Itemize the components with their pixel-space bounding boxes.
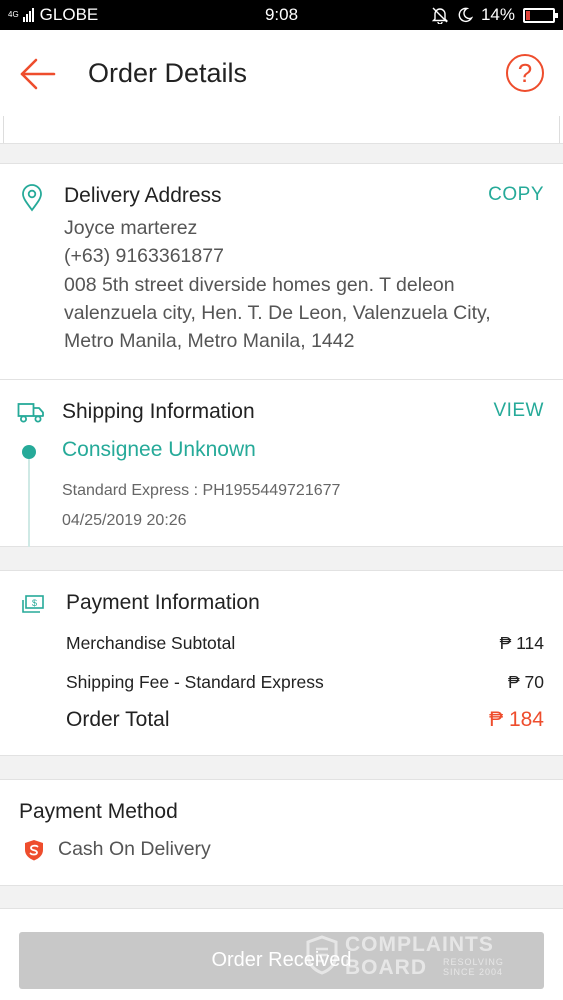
address-line-2: valenzuela city, Hen. T. De Leon, Valenz… [64, 301, 491, 324]
view-button[interactable]: VIEW [493, 400, 544, 422]
shipping-status: Consignee Unknown [62, 438, 256, 461]
delivery-address-title: Delivery Address [64, 184, 222, 207]
shipping-timestamp: 04/25/2019 20:26 [62, 512, 187, 529]
battery-fill [526, 10, 530, 20]
page-title: Order Details [88, 58, 248, 88]
moon-icon [458, 7, 473, 23]
address-block: Joyce marterez (+63) 9163361877 008 5th … [64, 214, 491, 355]
svg-text:$: $ [32, 598, 37, 608]
status-right: 14% [431, 5, 558, 25]
bell-off-icon [431, 7, 449, 24]
subtotal-label: Merchandise Subtotal [66, 633, 236, 653]
payment-information-card: $ Payment Information Merchandise Subtot… [0, 570, 563, 756]
address-line-1: 008 5th street diverside homes gen. T de… [64, 273, 455, 296]
copy-button[interactable]: COPY [488, 184, 544, 206]
recipient-phone: (+63) 9163361877 [64, 245, 224, 268]
payment-information-title: Payment Information [66, 591, 260, 614]
timeline-dot [22, 445, 36, 459]
shipping-information-title: Shipping Information [62, 400, 255, 423]
payment-method-title: Payment Method [19, 800, 178, 823]
strip-inner [3, 116, 560, 143]
subtotal-value: ₱ 114 [499, 633, 544, 653]
shipping-fee-row: Shipping Fee - Standard Express ₱ 70 [66, 672, 544, 693]
question-circle-icon[interactable]: ? [506, 54, 544, 92]
recipient-name: Joyce marterez [64, 217, 198, 239]
status-bar: 4G GLOBE 9:08 14% [0, 0, 563, 30]
battery-percent: 14% [480, 5, 515, 24]
app-header: Order Details ? [0, 30, 563, 116]
shopee-shield-icon [25, 840, 43, 861]
tracking-number: Standard Express : PH1955449721677 [62, 482, 341, 499]
shipping-fee-value: ₱ 70 [508, 672, 544, 692]
order-total-row: Order Total ₱ 184 [66, 708, 544, 732]
delivery-address-card: Delivery Address COPY Joyce marterez (+6… [0, 163, 563, 380]
location-pin-icon [22, 184, 42, 212]
banknote-icon: $ [22, 595, 44, 613]
payment-method-name: Cash On Delivery [58, 838, 211, 860]
truck-icon [17, 403, 44, 423]
collapsed-status-strip [0, 116, 563, 144]
payment-method-card: Payment Method Cash On Delivery [0, 779, 563, 886]
shipping-fee-label: Shipping Fee - Standard Express [66, 672, 324, 692]
address-line-3: Metro Manila, Metro Manila, 1442 [64, 330, 355, 353]
order-received-button[interactable]: Order Received [19, 932, 544, 989]
arrow-left-icon[interactable] [18, 54, 58, 94]
battery-icon [523, 7, 558, 23]
timeline-line [28, 459, 30, 547]
subtotal-row: Merchandise Subtotal ₱ 114 [66, 633, 544, 654]
bottom-action-bar: Order Received [0, 908, 563, 1000]
order-total-value: ₱ 184 [489, 708, 544, 731]
shipping-information-card[interactable]: Shipping Information VIEW Consignee Unkn… [0, 380, 563, 547]
order-total-label: Order Total [66, 708, 170, 731]
